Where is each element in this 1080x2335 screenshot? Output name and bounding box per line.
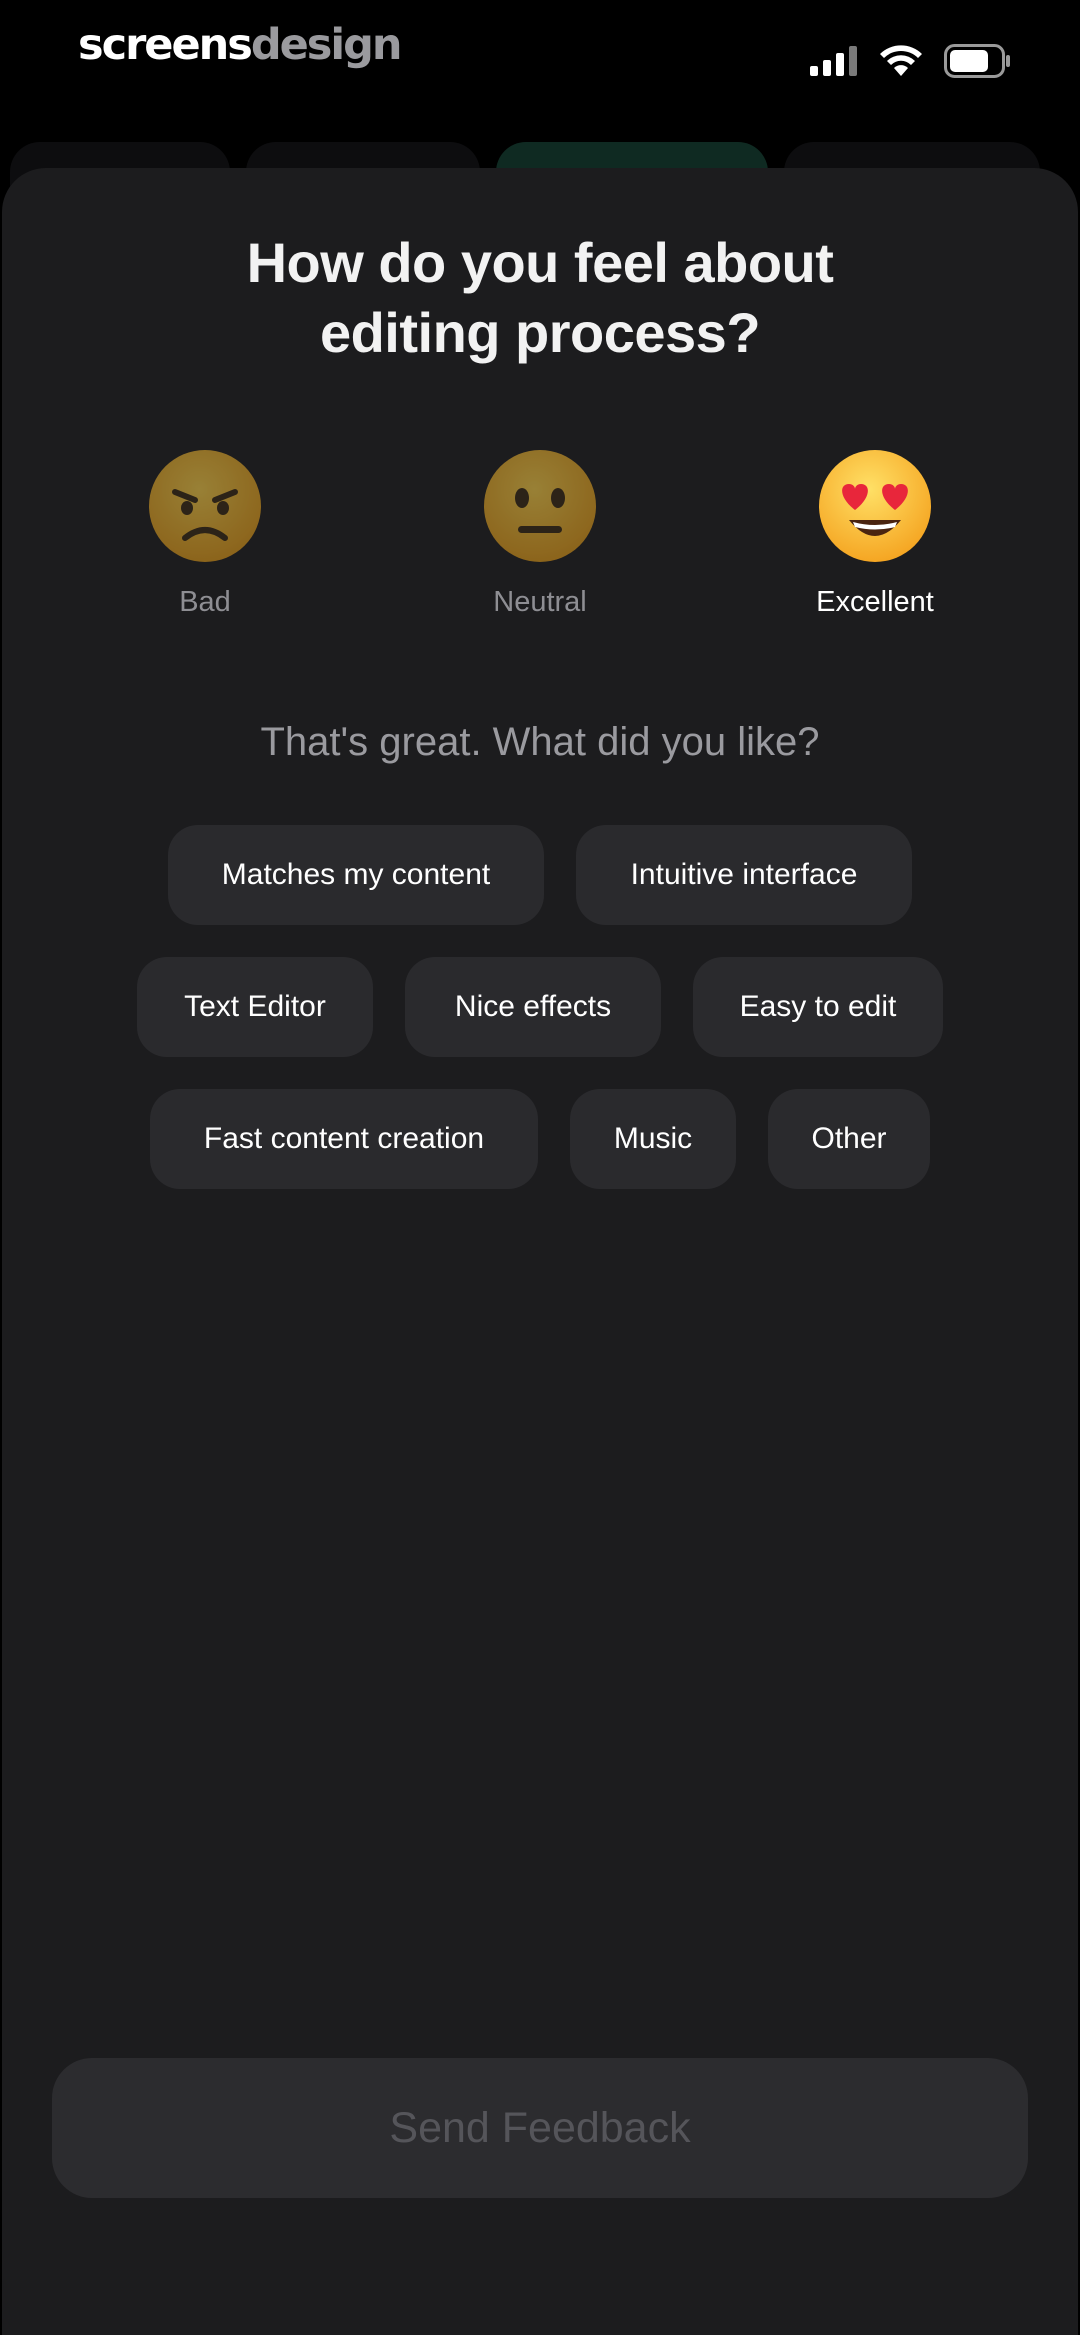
heart-eyes-face-icon — [817, 448, 933, 564]
rating-option-excellent[interactable]: Excellent — [775, 448, 975, 619]
chip-easy-to-edit[interactable]: Easy to edit — [693, 957, 943, 1057]
status-icons — [810, 44, 1012, 78]
brand-watermark: screensdesign — [78, 20, 403, 70]
send-feedback-button[interactable]: Send Feedback — [52, 2058, 1028, 2198]
rating-selector: Bad Neutral Excellent — [0, 448, 1080, 628]
rating-label-neutral: Neutral — [493, 586, 587, 618]
chip-matches-my-content[interactable]: Matches my content — [168, 825, 544, 925]
battery-icon — [944, 44, 1010, 78]
wifi-icon — [880, 45, 922, 76]
chip-intuitive-interface[interactable]: Intuitive interface — [576, 825, 912, 925]
page-title: How do you feel about editing process? — [0, 228, 1080, 368]
rating-label-bad: Bad — [179, 586, 231, 618]
chip-fast-content-creation[interactable]: Fast content creation — [150, 1089, 538, 1189]
chip-nice-effects[interactable]: Nice effects — [405, 957, 661, 1057]
rating-label-excellent: Excellent — [816, 586, 934, 618]
chip-text-editor[interactable]: Text Editor — [137, 957, 373, 1057]
chip-music[interactable]: Music — [570, 1089, 736, 1189]
chip-other[interactable]: Other — [768, 1089, 930, 1189]
screen: screensdesign How do you feel about edit… — [0, 0, 1080, 2335]
brand-part-1: screens — [78, 20, 253, 70]
cellular-signal-icon — [810, 46, 857, 76]
brand-part-2: design — [250, 20, 403, 70]
neutral-face-icon — [482, 448, 598, 564]
title-line-2: editing process? — [319, 301, 761, 364]
status-bar: screensdesign — [0, 0, 1080, 120]
follow-up-question: That's great. What did you like? — [260, 720, 820, 764]
title-line-1: How do you feel about — [246, 231, 834, 294]
rating-option-bad[interactable]: Bad — [105, 448, 305, 619]
angry-face-icon — [147, 448, 263, 564]
rating-option-neutral[interactable]: Neutral — [440, 448, 640, 619]
